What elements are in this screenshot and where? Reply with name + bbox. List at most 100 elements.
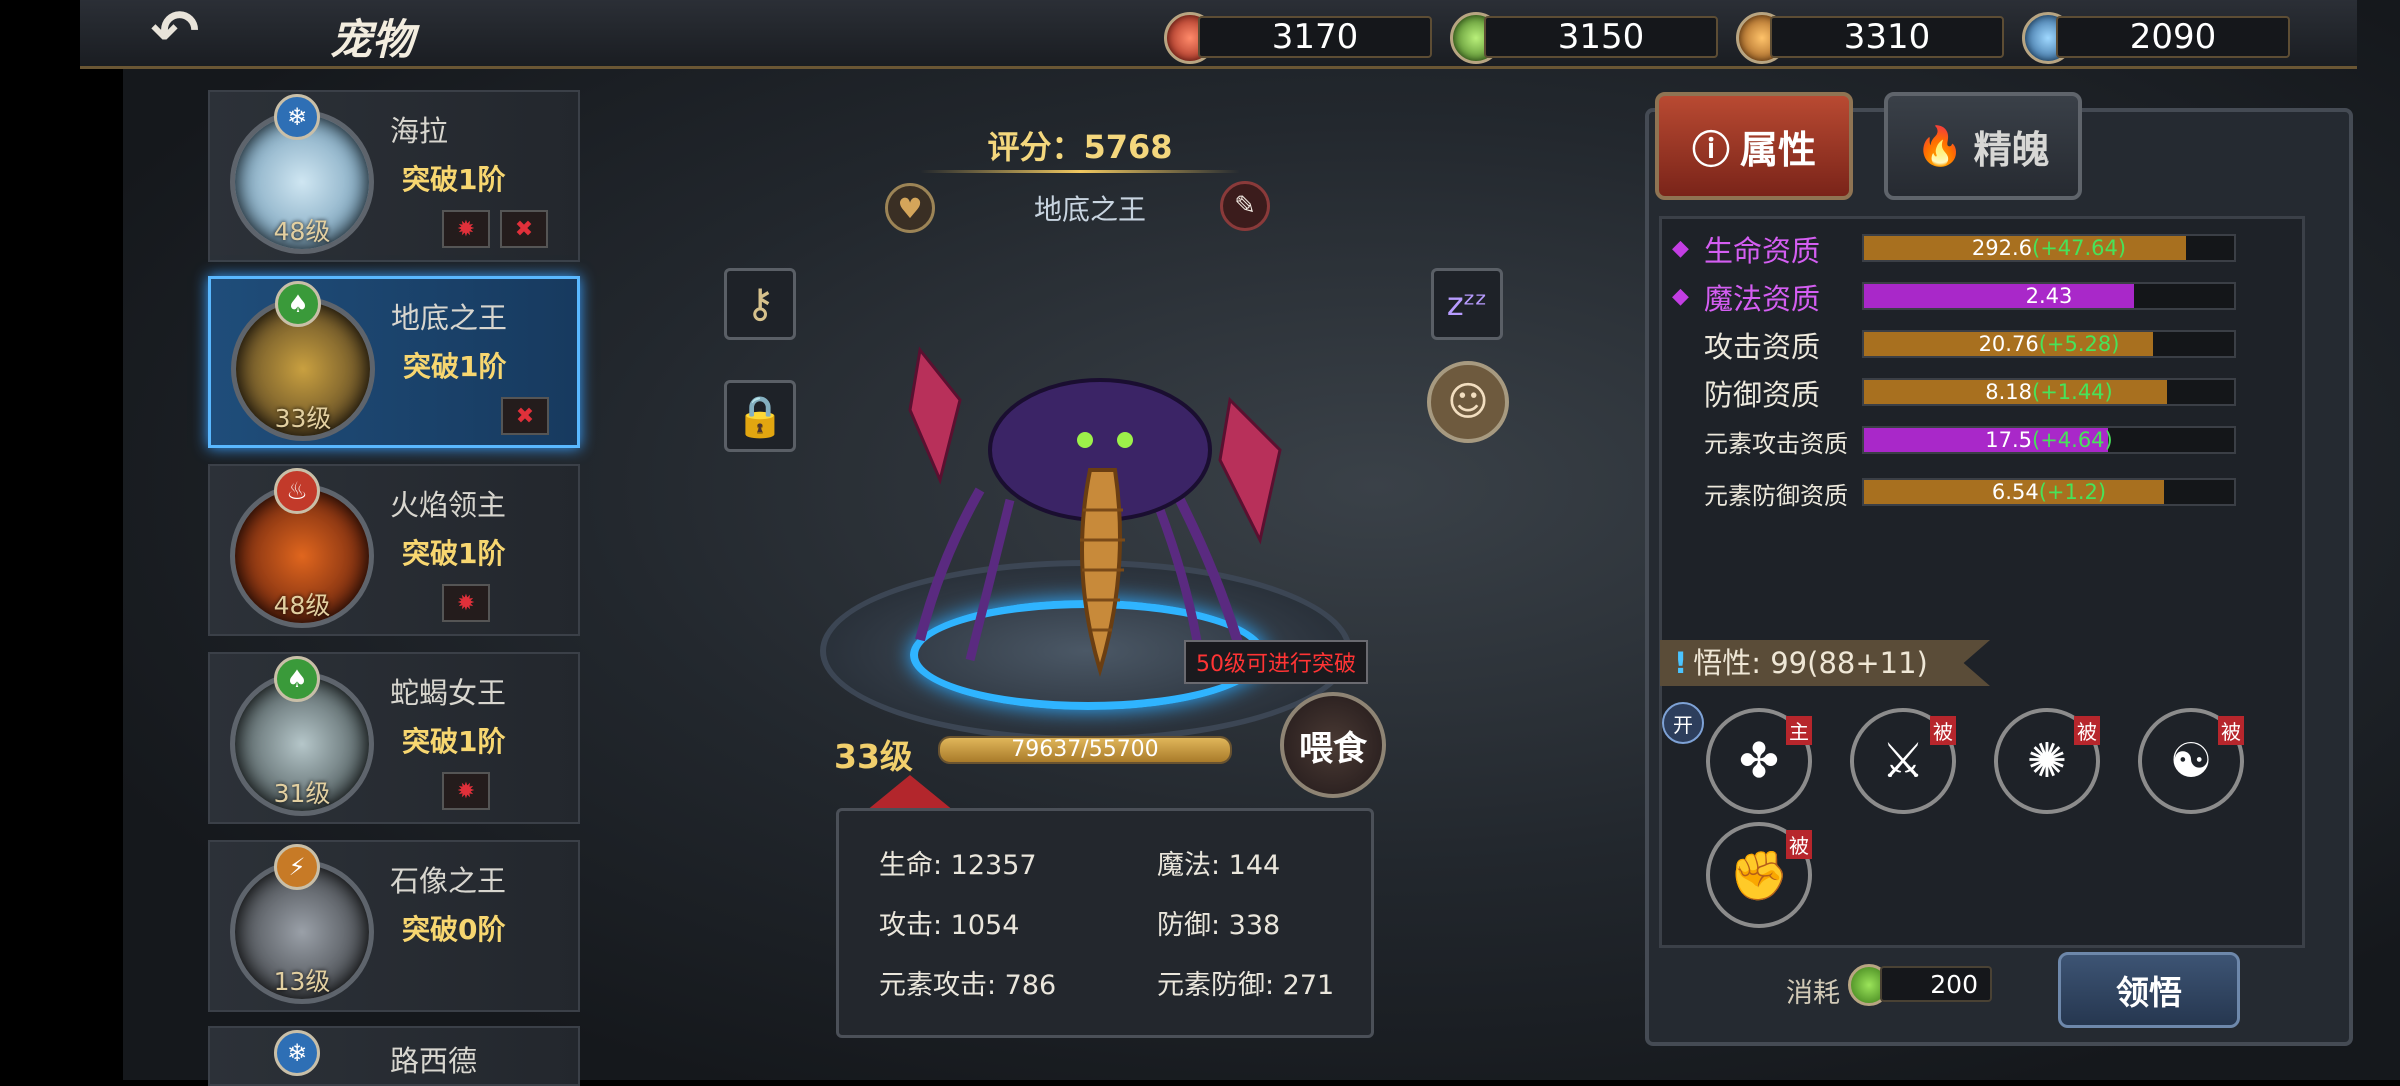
skill-blue-meditation[interactable]: ☯ 被 [2138, 708, 2244, 814]
avatar-face-icon: ☺ [1447, 379, 1489, 425]
aptitude-base: 292.6 [1971, 236, 2032, 260]
lock-button[interactable]: 🔒 [724, 380, 796, 452]
pet-level: 48级 [273, 591, 331, 620]
skill-tag: 被 [1786, 830, 1812, 859]
tab-label: 属性 [1740, 127, 1817, 172]
aptitude-row: ◆ 魔法资质 2.43 [1672, 276, 2236, 316]
pet-level: 48级 [273, 217, 331, 246]
aptitude-bar: 20.76(+5.28) [1862, 330, 2236, 358]
aptitude-bonus: (+1.44) [2032, 380, 2113, 404]
aptitude-value: 20.76(+5.28) [1864, 332, 2234, 356]
sleep-button[interactable]: zᶻᶻ [1431, 268, 1503, 340]
aptitude-base: 8.18 [1985, 380, 2032, 404]
back-arrow-icon: ↶ [150, 0, 200, 65]
pet-card-lucid[interactable]: ❄ 路西德 [208, 1026, 580, 1086]
demon-badge-icon: ✹ [442, 210, 490, 248]
lightning-icon: ⚡ [274, 844, 320, 890]
back-arrow-button[interactable]: ↶ [120, 0, 230, 65]
aptitude-label: 攻击资质 [1704, 330, 1821, 364]
aptitude-label: 元素防御资质 [1704, 482, 1848, 510]
stat-defense: 防御: 338 [1157, 910, 1281, 941]
comprehend-button[interactable]: 领悟 [2058, 952, 2240, 1028]
pet-model-underground-king [908, 346, 1282, 677]
pet-stage: 突破0阶 [402, 913, 506, 946]
heart-icon[interactable]: ♥ [885, 183, 935, 233]
aptitude-base: 6.54 [1991, 480, 2039, 504]
key-icon: ⚷ [745, 281, 775, 327]
open-tag: 开 [1662, 702, 1704, 744]
flame-icon: 🔥 [1916, 123, 1964, 168]
aptitude-value: 6.54(+1.2) [1864, 480, 2234, 504]
skill-tag: 被 [2218, 716, 2244, 745]
breakthrough-tooltip: 50级可进行突破 [1184, 640, 1368, 684]
aptitude-value: 292.6(+47.64) [1864, 236, 2234, 260]
exp-text: 79637/55700 [1011, 737, 1159, 762]
pet-stage: 突破1阶 [403, 350, 507, 383]
leaf-icon: ♠ [275, 281, 321, 327]
pet-card-gargoyle-king[interactable]: ⚡ 13级 石像之王 突破0阶 [208, 840, 580, 1012]
insight-banner: ! 悟性: 99(88+11) [1660, 640, 1990, 686]
aptitude-row: 元素攻击资质 17.5(+4.64) [1672, 420, 2236, 460]
skill-red-fist[interactable]: ✊ 被 [1706, 822, 1812, 928]
pet-card-underground-king[interactable]: ♠ 33级 地底之王 突破1阶 ✖ [208, 276, 580, 448]
aptitude-row: 防御资质 8.18(+1.44) [1672, 372, 2236, 412]
aptitude-row: 元素防御资质 6.54(+1.2) [1672, 472, 2236, 512]
page-title: 宠物 [330, 15, 415, 64]
stat-element-attack: 元素攻击: 786 [879, 970, 1057, 1001]
aptitude-bonus: (+5.28) [2038, 332, 2120, 356]
aptitude-bonus: (+1.2) [2038, 480, 2107, 504]
pet-level-label: 33级 [834, 737, 913, 776]
pet-card-flame-lord[interactable]: ♨ 48级 火焰领主 突破1阶 ✹ [208, 464, 580, 636]
orange-slash-skill-icon: ⚔ [1881, 733, 1925, 789]
pet-name: 路西德 [390, 1044, 478, 1078]
stat-mp: 魔法: 144 [1157, 850, 1281, 881]
upgrade-arrow-icon[interactable] [866, 775, 954, 811]
quill-rename-icon[interactable]: ✎ [1220, 181, 1270, 231]
cost-value: 200 [1880, 966, 1992, 1002]
aptitude-value: 17.5(+4.64) [1864, 428, 2234, 452]
aptitude-label: 生命资质 [1704, 234, 1821, 268]
pet-card-hela[interactable]: ❄ 48级 海拉 突破1阶 ✹ ✖ [208, 90, 580, 262]
pet-stage: 突破1阶 [402, 163, 506, 196]
pet-name: 火焰领主 [390, 488, 507, 522]
skill-tag: 被 [2074, 716, 2100, 745]
character-avatar-button[interactable]: ☺ [1427, 361, 1509, 443]
exp-progress-bar: 79637/55700 [938, 736, 1232, 764]
feed-button[interactable]: 喂食 [1280, 692, 1386, 798]
key-button[interactable]: ⚷ [724, 268, 796, 340]
insight-text: 悟性: 99(88+11) [1693, 646, 1928, 680]
skill-orange-slash[interactable]: ⚔ 被 [1850, 708, 1956, 814]
sleep-zzz-icon: zᶻᶻ [1446, 285, 1488, 323]
aptitude-base: 2.43 [2025, 284, 2073, 308]
tab-attributes[interactable]: ⓘ 属性 [1655, 92, 1853, 200]
skill-green-swirl[interactable]: ✺ 被 [1994, 708, 2100, 814]
lock-icon: 🔒 [735, 393, 785, 440]
tab-soul[interactable]: 🔥 精魄 [1884, 92, 2082, 200]
pet-name: 石像之王 [390, 864, 507, 898]
diamond-marker-icon: ◆ [1672, 236, 1689, 261]
pet-name: 海拉 [390, 114, 449, 148]
pet-name: 地底之王 [391, 301, 508, 335]
aptitude-row: ◆ 生命资质 292.6(+47.64) [1672, 228, 2236, 268]
pet-card-scorpion-queen[interactable]: ♠ 31级 蛇蝎女王 突破1阶 ✹ [208, 652, 580, 824]
resource-value: 3150 [1484, 16, 1718, 58]
aptitude-label: 元素攻击资质 [1704, 430, 1848, 458]
info-icon: ⓘ [1691, 127, 1730, 172]
pet-stage: 突破1阶 [402, 537, 506, 570]
resource-green-gem: 3150 [1450, 12, 1718, 64]
aptitude-label: 防御资质 [1704, 378, 1821, 412]
aptitude-bar: 292.6(+47.64) [1862, 234, 2236, 262]
stat-hp: 生命: 12357 [879, 850, 1037, 881]
tab-label: 精魄 [1973, 127, 2050, 172]
pet-level: 13级 [273, 967, 331, 996]
resource-value: 3170 [1198, 16, 1432, 58]
cost-label: 消耗 [1786, 978, 1840, 1009]
pet-level: 31级 [273, 779, 331, 808]
resource-value: 2090 [2056, 16, 2290, 58]
snowflake-icon: ❄ [274, 1030, 320, 1076]
aptitude-base: 20.76 [1978, 332, 2039, 356]
cross-badge-icon: ✖ [501, 397, 549, 435]
aptitude-bar: 17.5(+4.64) [1862, 426, 2236, 454]
demon-badge-icon: ✹ [442, 772, 490, 810]
skill-green-claw[interactable]: ✤ 主 [1706, 708, 1812, 814]
